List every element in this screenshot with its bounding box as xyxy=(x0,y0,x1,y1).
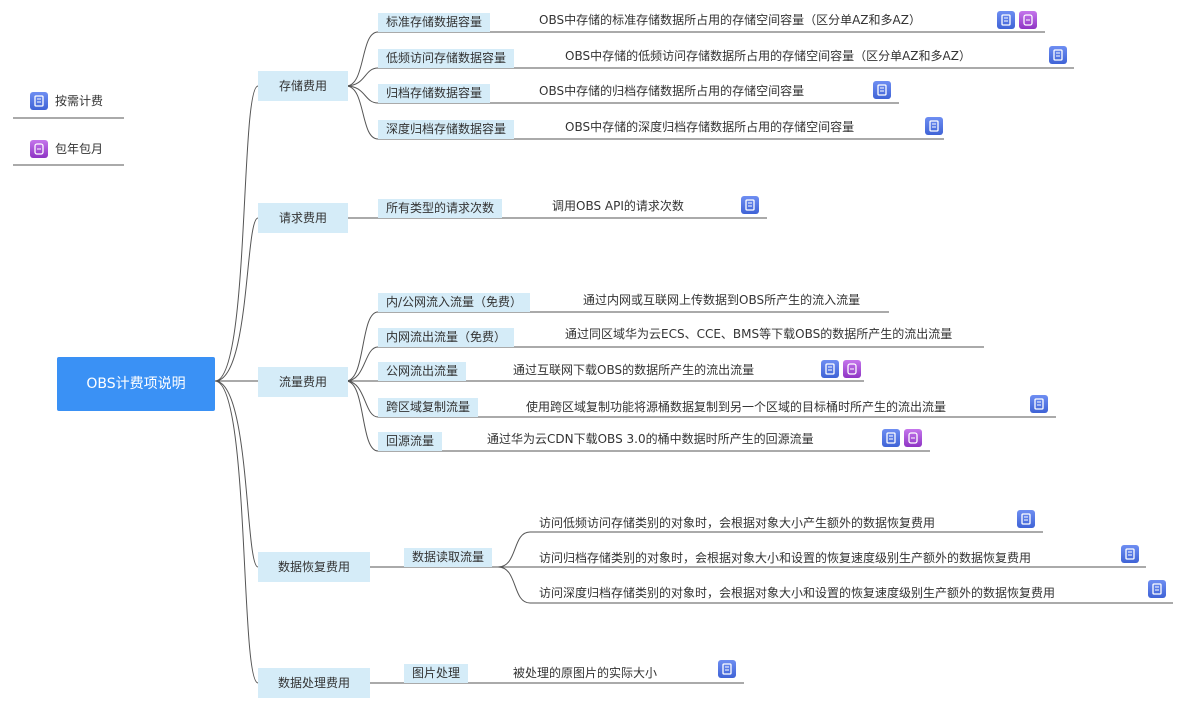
yearly-monthly-icon xyxy=(843,360,861,378)
recovery-desc: 访问归档存储类别的对象时，会根据对象大小和设置的恢复速度级别生产额外的数据恢复费… xyxy=(539,551,1032,565)
category-storage[interactable]: 存储费用 xyxy=(258,71,348,101)
ondemand-icon xyxy=(1017,510,1035,528)
recovery-desc: 访问低频访问存储类别的对象时，会根据对象大小产生额外的数据恢复费用 xyxy=(539,516,936,530)
traffic-item-desc: 通过同区域华为云ECS、CCE、BMS等下载OBS的数据所产生的流出流量 xyxy=(565,327,953,341)
traffic-item[interactable]: 回源流量 xyxy=(378,432,443,451)
ondemand-icon xyxy=(1148,580,1166,598)
root-node[interactable]: OBS计费项说明 xyxy=(57,357,215,411)
traffic-item[interactable]: 跨区域复制流量 xyxy=(378,398,479,417)
traffic-item[interactable]: 内网流出流量（免费） xyxy=(378,328,515,347)
yearly-monthly-icon xyxy=(904,429,922,447)
ondemand-icon xyxy=(821,360,839,378)
legend-yearly: 包年包月 xyxy=(30,140,103,158)
traffic-item[interactable]: 内/公网流入流量（免费） xyxy=(378,293,531,312)
traffic-item-desc: 使用跨区域复制功能将源桶数据复制到另一个区域的目标桶时所产生的流出流量 xyxy=(526,400,947,414)
ondemand-icon xyxy=(925,117,943,135)
legend-ondemand: 按需计费 xyxy=(30,92,103,110)
traffic-item[interactable]: 公网流出流量 xyxy=(378,362,467,381)
traffic-item-desc: 通过互联网下载OBS的数据所产生的流出流量 xyxy=(513,363,755,377)
processing-item-desc: 被处理的原图片的实际大小 xyxy=(513,666,658,680)
storage-item[interactable]: 深度归档存储数据容量 xyxy=(378,120,515,139)
traffic-item-desc: 通过华为云CDN下载OBS 3.0的桶中数据时所产生的回源流量 xyxy=(487,432,814,446)
category-recovery[interactable]: 数据恢复费用 xyxy=(258,552,370,582)
ondemand-icon xyxy=(718,660,736,678)
storage-item[interactable]: 标准存储数据容量 xyxy=(378,13,491,32)
storage-item[interactable]: 低频访问存储数据容量 xyxy=(378,49,515,68)
ondemand-icon xyxy=(1049,46,1067,64)
request-item[interactable]: 所有类型的请求次数 xyxy=(378,199,503,218)
traffic-item-desc: 通过内网或互联网上传数据到OBS所产生的流入流量 xyxy=(583,293,861,307)
category-traffic[interactable]: 流量费用 xyxy=(258,367,348,397)
recovery-desc: 访问深度归档存储类别的对象时，会根据对象大小和设置的恢复速度级别生产额外的数据恢… xyxy=(539,586,1056,600)
ondemand-icon xyxy=(997,11,1015,29)
ondemand-icon xyxy=(882,429,900,447)
ondemand-icon xyxy=(873,81,891,99)
category-processing[interactable]: 数据处理费用 xyxy=(258,668,370,698)
storage-item-desc: OBS中存储的低频访问存储数据所占用的存储空间容量（区分单AZ和多AZ） xyxy=(565,49,971,63)
ondemand-icon xyxy=(30,92,48,110)
recovery-item[interactable]: 数据读取流量 xyxy=(404,548,493,567)
yearly-monthly-icon xyxy=(1019,11,1037,29)
ondemand-icon xyxy=(1121,545,1139,563)
storage-item-desc: OBS中存储的归档存储数据所占用的存储空间容量 xyxy=(539,84,805,98)
storage-item-desc: OBS中存储的标准存储数据所占用的存储空间容量（区分单AZ和多AZ） xyxy=(539,13,921,27)
processing-item[interactable]: 图片处理 xyxy=(404,664,469,683)
storage-item-desc: OBS中存储的深度归档存储数据所占用的存储空间容量 xyxy=(565,120,855,134)
request-item-desc: 调用OBS API的请求次数 xyxy=(552,199,684,213)
ondemand-icon xyxy=(741,196,759,214)
ondemand-icon xyxy=(1030,395,1048,413)
category-request[interactable]: 请求费用 xyxy=(258,203,348,233)
yearly-monthly-icon xyxy=(30,140,48,158)
legend-yearly-label: 包年包月 xyxy=(55,142,104,156)
storage-item[interactable]: 归档存储数据容量 xyxy=(378,84,491,103)
legend-ondemand-label: 按需计费 xyxy=(55,94,104,108)
